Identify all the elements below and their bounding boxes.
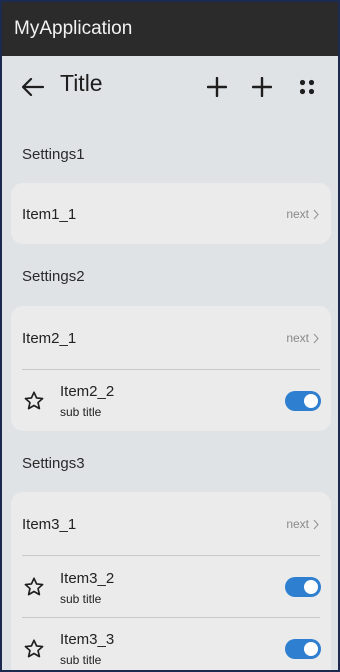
- list-item-label: Item2_1: [22, 330, 77, 347]
- add-button-1[interactable]: [202, 72, 232, 102]
- list-item-label: Item3_1: [22, 516, 77, 533]
- star-icon: [24, 577, 44, 596]
- list-item-item2-1[interactable]: Item2_1 next: [11, 306, 331, 368]
- next-label: next: [286, 207, 309, 221]
- star-icon: [24, 639, 44, 658]
- list-item-title: Item3_3: [60, 631, 115, 648]
- item3-3-toggle[interactable]: [285, 639, 321, 659]
- chevron-right-icon: [313, 519, 319, 529]
- next-link[interactable]: next: [286, 331, 319, 345]
- chevron-right-icon: [313, 209, 319, 219]
- settings3-card: Item3_1 next Item3_2 sub title Item3_3 s…: [11, 492, 331, 670]
- list-item-subtitle: sub title: [60, 653, 102, 667]
- list-item-item3-3[interactable]: Item3_3 sub title: [11, 618, 331, 670]
- list-item-subtitle: sub title: [60, 592, 102, 606]
- list-item-item2-2[interactable]: Item2_2 sub title: [11, 370, 331, 431]
- list-item-item3-2[interactable]: Item3_2 sub title: [11, 556, 331, 617]
- next-link[interactable]: next: [286, 517, 319, 531]
- more-button[interactable]: [292, 72, 322, 102]
- list-item-title: Item2_2: [60, 383, 115, 400]
- back-button[interactable]: [18, 72, 48, 102]
- plus-icon: [207, 77, 227, 97]
- app-window: MyApplication Title Settings1 Item1_1 ne…: [2, 2, 338, 670]
- chevron-right-icon: [313, 333, 319, 343]
- more-grid-icon: [299, 79, 315, 95]
- toggle-knob: [304, 642, 318, 656]
- list-item-subtitle: sub title: [60, 405, 102, 419]
- back-arrow-icon: [22, 78, 44, 96]
- toggle-knob: [304, 394, 318, 408]
- section-title-settings3: Settings3: [22, 455, 85, 472]
- item3-2-toggle[interactable]: [285, 577, 321, 597]
- list-item-label: Item1_1: [22, 206, 77, 223]
- list-item-item1-1[interactable]: Item1_1 next: [11, 183, 331, 244]
- list-item-title: Item3_2: [60, 570, 115, 587]
- next-label: next: [286, 517, 309, 531]
- section-title-settings1: Settings1: [22, 146, 85, 163]
- star-icon: [24, 391, 44, 410]
- item2-2-toggle[interactable]: [285, 391, 321, 411]
- page-title: Title: [60, 70, 103, 96]
- next-link[interactable]: next: [286, 207, 319, 221]
- next-label: next: [286, 331, 309, 345]
- list-item-item3-1[interactable]: Item3_1 next: [11, 492, 331, 554]
- app-title-bar: MyApplication: [2, 2, 338, 56]
- add-button-2[interactable]: [247, 72, 277, 102]
- toggle-knob: [304, 580, 318, 594]
- plus-icon: [252, 77, 272, 97]
- settings1-card: Item1_1 next: [11, 183, 331, 244]
- app-title: MyApplication: [14, 18, 133, 39]
- settings2-card: Item2_1 next Item2_2 sub title: [11, 306, 331, 431]
- section-title-settings2: Settings2: [22, 268, 85, 285]
- title-bar: Title: [2, 56, 338, 116]
